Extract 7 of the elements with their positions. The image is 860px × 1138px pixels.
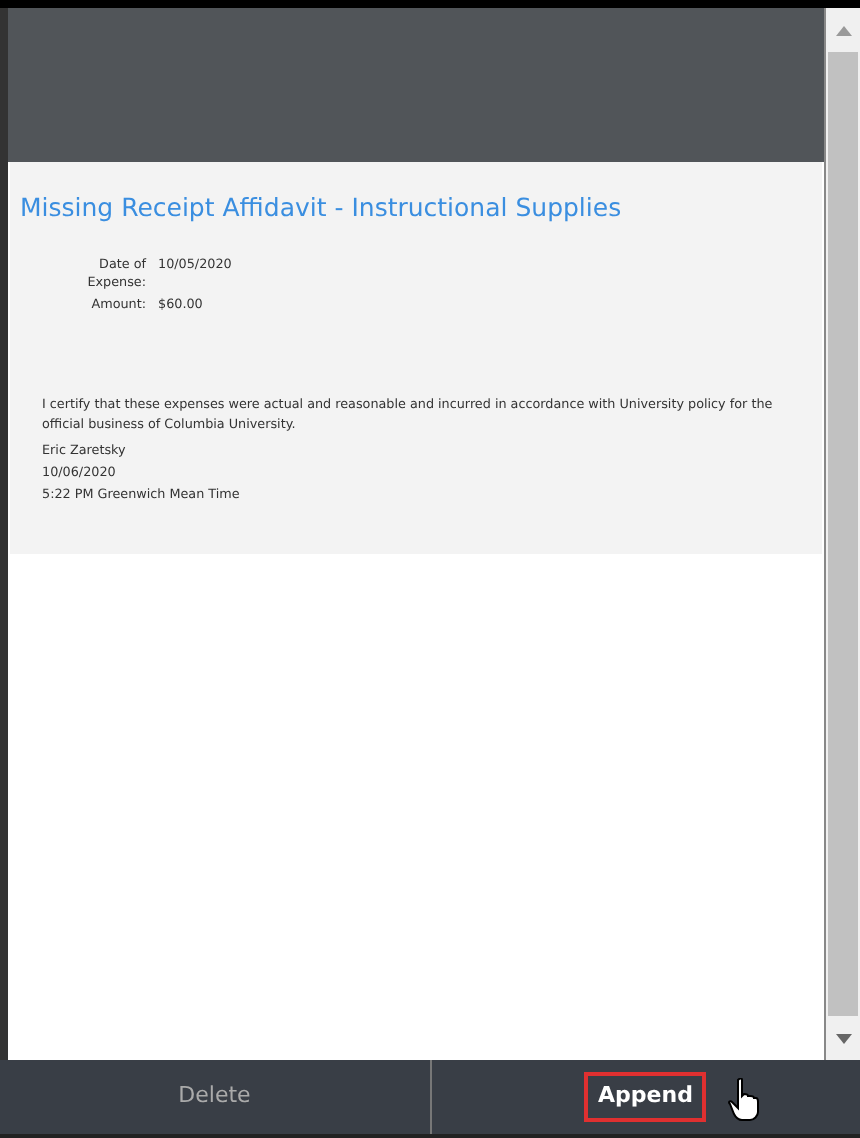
document-title: Missing Receipt Affidavit - Instructional Supplies [20, 192, 622, 224]
scroll-down-icon[interactable] [835, 1033, 851, 1043]
scrollbar[interactable] [826, 8, 860, 1060]
scroll-up-icon[interactable] [835, 25, 851, 35]
hand-cursor-icon [727, 1078, 759, 1122]
scroll-thumb[interactable] [828, 52, 858, 1016]
action-button[interactable]: Append [584, 1072, 707, 1122]
